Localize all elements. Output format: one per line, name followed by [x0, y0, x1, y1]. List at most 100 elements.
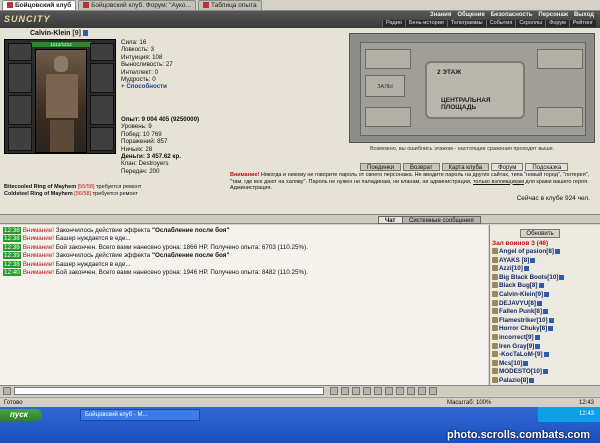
player-entry[interactable]: Mcs[10] — [492, 359, 598, 369]
tab-chat[interactable]: Чат — [378, 216, 403, 224]
belt-slot[interactable] — [8, 127, 32, 151]
info-icon[interactable] — [554, 249, 560, 254]
refresh-button[interactable]: Обновить — [520, 229, 560, 238]
info-icon[interactable] — [82, 30, 88, 36]
clan-icon — [492, 333, 498, 340]
map-halls[interactable]: ЗАЛЫ — [365, 75, 405, 97]
info-icon[interactable] — [529, 377, 535, 383]
helmet-slot[interactable] — [8, 43, 32, 61]
clan-icon — [492, 368, 498, 375]
gloves-slot[interactable] — [90, 95, 114, 125]
info-icon[interactable] — [523, 266, 529, 272]
player-entry[interactable]: Black Bug[8] — [492, 282, 598, 291]
character-avatar[interactable] — [35, 49, 87, 153]
player-entry[interactable]: Azzi[10] — [492, 265, 598, 274]
player-entry[interactable]: Horror Chuky[8] — [492, 325, 598, 334]
submenu-events[interactable]: События — [485, 20, 516, 27]
taskbar-window-fightclub[interactable]: Бойцовский клуб - М... — [80, 409, 200, 421]
suncity-logo: SUNCITY — [4, 14, 51, 24]
send-icon[interactable] — [330, 387, 338, 395]
menu-security[interactable]: Безопасность — [491, 12, 533, 18]
player-entry[interactable]: Calvin-Klein[9] — [492, 290, 598, 300]
info-icon[interactable] — [548, 317, 554, 323]
info-icon[interactable] — [523, 360, 529, 366]
map-room[interactable] — [365, 107, 411, 127]
submenu-radio[interactable]: Радио — [382, 20, 405, 27]
browser-tab-exp-table[interactable]: Таблица опыта — [197, 0, 262, 10]
submenu-telegrams[interactable]: Телеграммы — [446, 20, 486, 27]
chat-tab-bar: Чат Системные сообщения — [0, 214, 600, 224]
return-button[interactable]: Возврат — [403, 163, 440, 171]
chat-line: 12:38 Внимание! Бой закончен. Всего вами … — [3, 243, 308, 251]
earring-slot[interactable] — [90, 43, 114, 61]
submenu-forum[interactable]: Форум — [545, 20, 569, 27]
clan-icon — [492, 273, 498, 280]
shield-slot[interactable] — [90, 63, 114, 93]
hackers-link[interactable]: только взломщикам — [473, 179, 524, 185]
character-name[interactable]: Calvin-Klein [9] — [30, 30, 88, 37]
settings-icon[interactable] — [418, 387, 426, 395]
player-entry[interactable]: AYAKS [8] — [492, 256, 598, 266]
browser-tab-fightclub[interactable]: Бойцовский клуб — [2, 0, 77, 10]
armor-slot[interactable] — [8, 95, 32, 125]
weapon-slot[interactable] — [8, 63, 32, 93]
menu-knowledge[interactable]: Знания — [430, 12, 452, 18]
menu-chat[interactable]: Общение — [457, 12, 484, 18]
smiles-icon[interactable] — [341, 387, 349, 395]
clan-icon — [492, 290, 498, 297]
info-icon[interactable] — [530, 257, 536, 263]
submenu-history[interactable]: Бень-история — [404, 20, 447, 27]
player-entry[interactable]: DEJAVYU[8] — [492, 299, 598, 309]
central-square[interactable]: 2 ЭТАЖ ЦЕНТРАЛЬНАЯ ПЛОЩАДЬ — [425, 61, 525, 119]
map-room[interactable] — [537, 49, 583, 69]
player-entry[interactable]: Iren Gray[9] — [492, 342, 598, 352]
clear-icon[interactable] — [352, 387, 360, 395]
map-room[interactable] — [537, 107, 583, 127]
info-icon[interactable] — [538, 283, 544, 289]
player-entry[interactable]: Flamestriker[10] — [492, 316, 598, 326]
player-entry[interactable]: -KocTaLoM-[9] — [492, 351, 598, 360]
info-icon[interactable] — [534, 334, 540, 340]
ring-row: Bitecooled Ring of Mayhem [56/58] требуе… — [4, 184, 142, 190]
club-map-button[interactable]: Карта клуба — [441, 163, 490, 171]
abilities-link[interactable]: + Способности — [121, 83, 173, 90]
color-icon[interactable] — [396, 387, 404, 395]
player-entry[interactable]: Angel of pasion[8] — [492, 248, 598, 257]
info-icon[interactable] — [536, 300, 542, 306]
hint-button[interactable]: Подсказка — [525, 163, 569, 171]
start-button[interactable]: пуск — [0, 409, 42, 421]
forum-button[interactable]: Форум — [491, 163, 524, 171]
sound-icon[interactable] — [385, 387, 393, 395]
player-list: Обновить Зал воинов 3 (46) Angel of pasi… — [489, 225, 600, 385]
menu-exit[interactable]: Выход — [574, 12, 594, 18]
info-icon[interactable] — [542, 369, 548, 375]
ring-row: Coldsteel Ring of Mayhem [56/58] требует… — [4, 191, 139, 197]
chat-menu-icon[interactable] — [3, 387, 11, 395]
player-entry[interactable]: Big Black Boots[10] — [492, 273, 598, 283]
browser-tab-forum[interactable]: Бойцовский клуб. Форум: "Ауко... — [78, 0, 196, 10]
boots-slot[interactable] — [90, 127, 114, 151]
player-entry[interactable]: Fallen Punk[8] — [492, 308, 598, 317]
info-icon[interactable] — [548, 326, 554, 332]
clan-icon — [492, 265, 498, 272]
system-tray-clock[interactable]: 12:43 — [538, 407, 600, 422]
chat-input[interactable] — [14, 387, 324, 395]
duels-button[interactable]: Поединки — [360, 163, 401, 171]
exit-icon[interactable] — [429, 387, 437, 395]
scroll-icon[interactable] — [407, 387, 415, 395]
submenu-rating[interactable]: Рейтинг — [568, 20, 596, 27]
player-entry[interactable]: incorrect[9] — [492, 333, 598, 343]
menu-character[interactable]: Персонаж — [538, 12, 568, 18]
map-room[interactable] — [365, 49, 411, 69]
player-entry[interactable]: MODESTO[10] — [492, 368, 598, 377]
translit-icon[interactable] — [374, 387, 382, 395]
submenu-scrolls[interactable]: Скроллы — [515, 20, 545, 27]
info-icon[interactable] — [559, 274, 565, 280]
filter-icon[interactable] — [363, 387, 371, 395]
info-icon[interactable] — [535, 343, 541, 349]
clan-icon — [492, 248, 498, 254]
info-icon[interactable] — [543, 352, 549, 358]
tab-system-messages[interactable]: Системные сообщения — [402, 216, 481, 224]
info-icon[interactable] — [543, 309, 549, 315]
info-icon[interactable] — [544, 291, 550, 297]
